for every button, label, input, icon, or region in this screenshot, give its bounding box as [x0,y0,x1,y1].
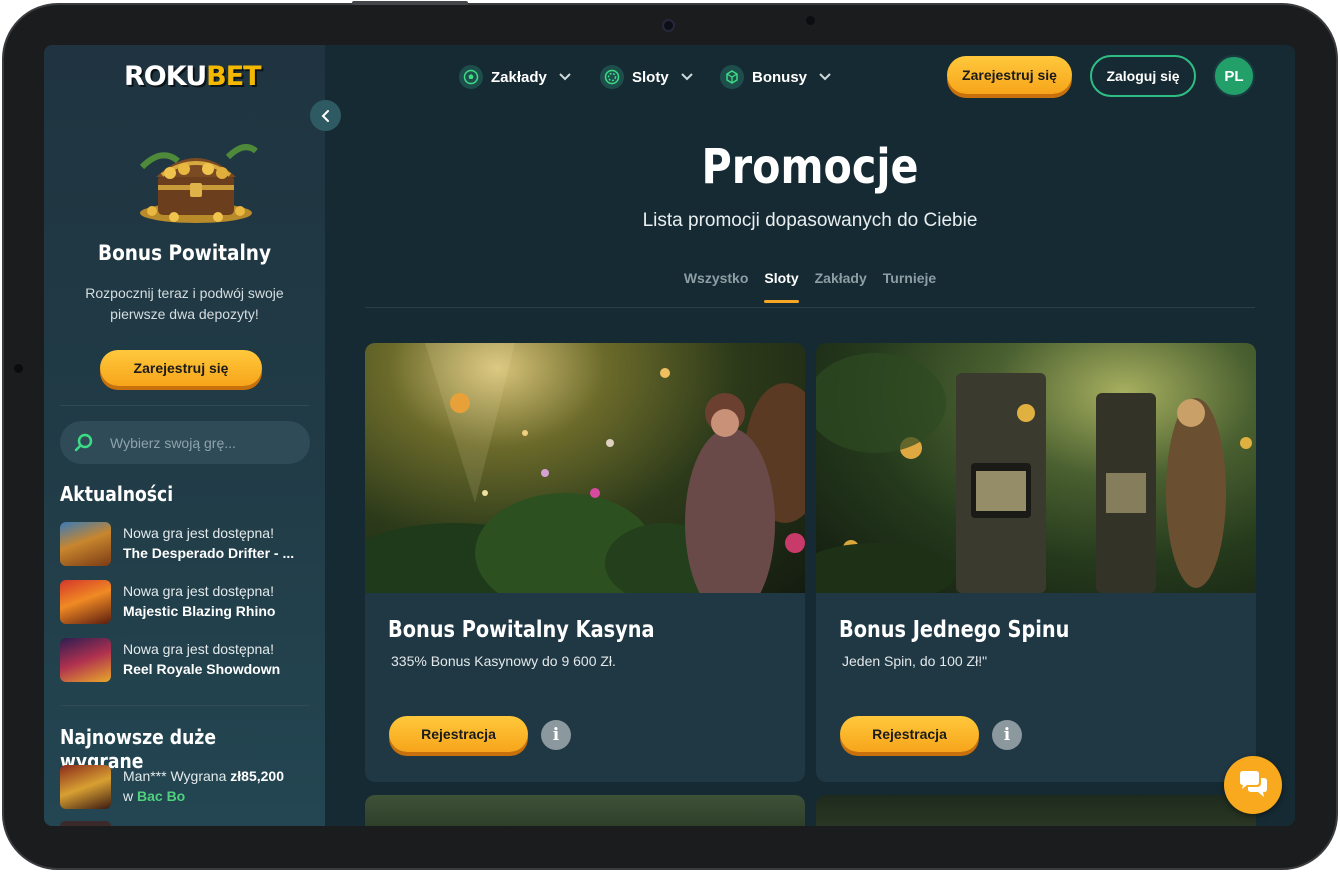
sidebar-register-button[interactable]: Zarejestruj się [100,350,262,386]
tab-turnieje[interactable]: Turnieje [883,270,936,298]
promo-tabs: Wszystko Sloty Zakłady Turnieje [325,270,1295,303]
game-thumbnail [60,580,111,624]
login-button[interactable]: Zaloguj się [1090,55,1196,97]
chevron-down-icon [680,73,693,81]
news-item[interactable]: Nowa gra jest dostępna! Majestic Blazing… [60,580,310,624]
news-game-name: Majestic Blazing Rhino [123,603,276,619]
promo-image [816,343,1256,593]
collapse-sidebar-button[interactable] [310,100,341,131]
register-button[interactable]: Zarejestruj się [947,56,1072,94]
win-item[interactable]: Man*** Wygrana zł85,200 w Bac Bo [60,765,310,809]
treasure-chest-icon [139,144,258,223]
win-user: Man*** Wygrana [123,768,231,784]
light-sensor [806,16,815,25]
news-label: Nowa gra jest dostępna! [123,641,274,657]
info-icon[interactable]: i [541,720,571,750]
game-thumbnail [60,638,111,682]
news-label: Nowa gra jest dostępna! [123,583,274,599]
promo-card: Bonus Jednego Spinu Jeden Spin, do 100 Z… [816,343,1256,782]
bonus-description: Rozpocznij teraz i podwój swoje pierwsze… [85,285,284,322]
nav-item-zaklady[interactable]: Zakłady [459,65,571,89]
game-search[interactable] [60,421,310,464]
win-game-link[interactable]: Bac Bo [137,788,185,804]
nav-item-bonusy[interactable]: Bonusy [720,65,831,89]
search-input[interactable] [110,434,280,451]
screen: ROKUBET Bonus Powitalny Rozpocznij teraz… [44,45,1295,826]
news-game-name: Reel Royale Showdown [123,661,281,677]
nav-label: Bonusy [752,68,808,86]
power-button [352,1,468,5]
tablet-device: ROKUBET Bonus Powitalny Rozpocznij teraz… [0,0,1340,874]
promo-title: Bonus Jednego Spinu [839,617,1070,643]
sidebar-divider [60,705,309,706]
chevron-down-icon [559,73,571,81]
nav-label: Sloty [632,68,669,86]
chevron-down-icon [819,73,831,81]
promo-register-button[interactable]: Rejestracja [840,716,979,752]
front-camera [662,19,675,32]
page-subtitle: Lista promocji dopasowanych do Ciebie [642,210,978,231]
chip-icon [600,65,624,89]
page-title: Promocje [701,139,919,195]
promo-card-partial [816,795,1256,826]
news-item[interactable]: Nowa gra jest dostępna! The Desperado Dr… [60,522,310,566]
tab-zaklady[interactable]: Zakłady [815,270,867,298]
nav-item-sloty[interactable]: Sloty [600,65,693,89]
win-prefix: w [123,788,137,804]
news-game-name: The Desperado Drifter - ... [123,545,295,561]
chat-button[interactable] [1224,756,1282,814]
gift-icon [720,65,744,89]
side-sensor [14,364,23,373]
promo-card: Bonus Powitalny Kasyna 335% Bonus Kasyno… [365,343,805,782]
game-thumbnail [60,522,111,566]
language-selector[interactable]: PL [1213,55,1255,97]
top-nav: Zakłady Sloty Bonusy Zarejestruj się Zal… [325,45,1295,107]
bonus-title: Bonus Powitalny [97,241,272,265]
sidebar-divider [60,405,309,406]
football-icon [459,65,483,89]
promo-card-partial [365,795,805,826]
info-icon[interactable]: i [992,720,1022,750]
promo-image [365,343,805,593]
promo-description: 335% Bonus Kasynowy do 9 600 Zł. [391,653,616,669]
news-label: Nowa gra jest dostępna! [123,525,274,541]
tab-sloty[interactable]: Sloty [764,270,799,303]
game-thumbnail [60,765,111,809]
tabs-divider [365,307,1255,308]
chat-icon [1240,771,1267,797]
chevron-left-icon [321,109,329,122]
news-heading: Aktualności [60,482,174,506]
promo-title: Bonus Powitalny Kasyna [388,617,655,643]
sidebar: ROKUBET Bonus Powitalny Rozpocznij teraz… [44,45,325,826]
rokubet-logo[interactable]: ROKUBET [124,61,262,92]
promo-register-button[interactable]: Rejestracja [389,716,528,752]
tab-wszystko[interactable]: Wszystko [684,270,749,298]
promo-description: Jeden Spin, do 100 Zł!" [842,653,988,669]
news-item[interactable]: Nowa gra jest dostępna! Reel Royale Show… [60,638,310,682]
win-amount: zł85,200 [230,768,284,784]
search-icon [74,433,93,451]
nav-label: Zakłady [491,68,547,86]
game-thumbnail [60,821,111,826]
